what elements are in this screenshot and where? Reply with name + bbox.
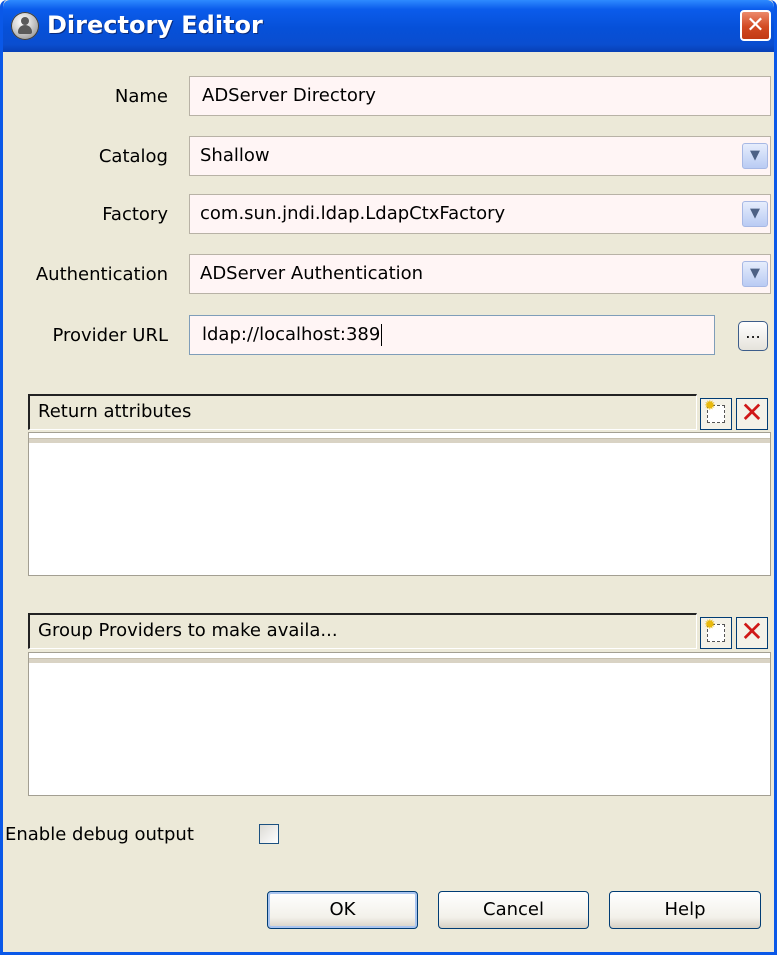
provider-url-value: ldap://localhost:389 xyxy=(202,324,381,345)
dialog-title: Directory Editor xyxy=(47,11,263,39)
group-providers-header: Group Providers to make availa... xyxy=(28,613,697,649)
factory-select[interactable]: com.sun.jndi.ldap.LdapCtxFactory ▼ xyxy=(189,194,771,234)
return-attributes-header: Return attributes xyxy=(28,394,697,430)
close-icon: ✕ xyxy=(746,13,765,38)
catalog-select[interactable]: Shallow ▼ xyxy=(189,136,771,176)
return-attributes-list[interactable] xyxy=(28,432,771,576)
delete-icon: ✕ xyxy=(740,615,764,648)
delete-group-provider-button[interactable]: ✕ xyxy=(736,617,768,649)
catalog-selected-value: Shallow xyxy=(200,145,270,166)
debug-label: Enable debug output xyxy=(5,824,194,845)
group-providers-list[interactable] xyxy=(28,652,771,796)
directory-editor-dialog: Directory Editor ✕ Name ADServer Directo… xyxy=(0,0,777,955)
user-icon xyxy=(11,12,39,40)
ok-button[interactable]: OK xyxy=(267,891,418,929)
text-cursor xyxy=(381,324,383,346)
provider-url-label: Provider URL xyxy=(52,325,168,346)
add-return-attribute-button[interactable]: ✹ xyxy=(700,398,732,430)
add-group-provider-button[interactable]: ✹ xyxy=(700,617,732,649)
browse-button[interactable]: ... xyxy=(738,321,768,351)
provider-url-field[interactable]: ldap://localhost:389 xyxy=(189,315,715,355)
factory-label: Factory xyxy=(102,204,168,225)
factory-selected-value: com.sun.jndi.ldap.LdapCtxFactory xyxy=(200,203,506,224)
authentication-selected-value: ADServer Authentication xyxy=(200,263,424,284)
chevron-down-icon[interactable]: ▼ xyxy=(742,143,768,169)
catalog-label: Catalog xyxy=(98,146,168,167)
delete-icon: ✕ xyxy=(740,396,764,429)
name-label: Name xyxy=(114,86,168,107)
close-button[interactable]: ✕ xyxy=(740,10,771,41)
debug-checkbox[interactable] xyxy=(259,824,279,844)
cancel-button[interactable]: Cancel xyxy=(438,891,589,929)
delete-return-attribute-button[interactable]: ✕ xyxy=(736,398,768,430)
title-bar[interactable]: Directory Editor ✕ xyxy=(3,0,774,52)
chevron-down-icon[interactable]: ▼ xyxy=(742,201,768,227)
authentication-label: Authentication xyxy=(35,264,168,285)
name-field[interactable]: ADServer Directory xyxy=(189,76,771,116)
chevron-down-icon[interactable]: ▼ xyxy=(742,261,768,287)
help-button[interactable]: Help xyxy=(609,891,761,929)
authentication-select[interactable]: ADServer Authentication ▼ xyxy=(189,254,771,294)
